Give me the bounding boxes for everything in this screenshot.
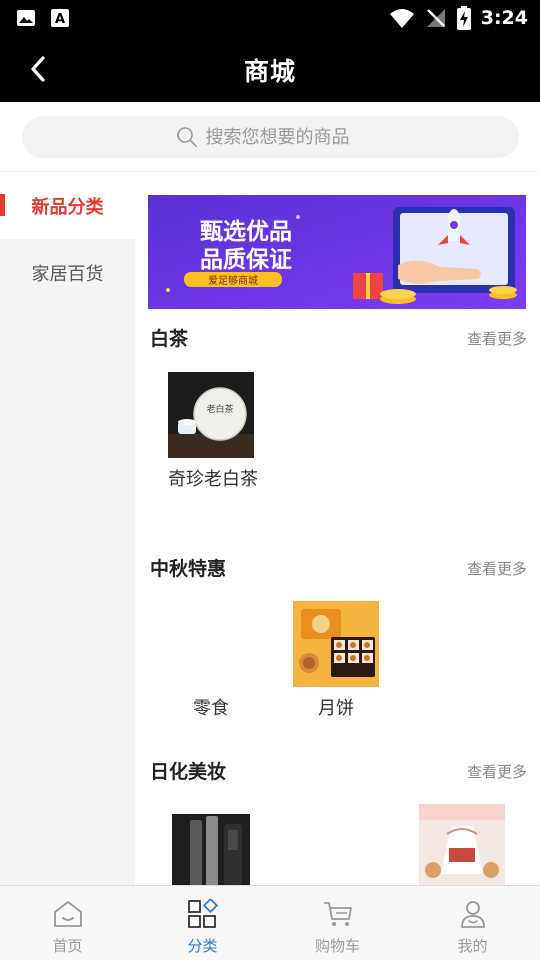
product-name: 零食 — [193, 698, 229, 719]
product-name: 奇珍老白茶 — [168, 469, 258, 490]
profile-icon — [460, 901, 485, 928]
search-box[interactable] — [22, 116, 519, 158]
svg-text:爱足够商城: 爱足够商城 — [208, 274, 258, 287]
svg-text:A: A — [55, 12, 65, 27]
status-bar: A 3:24 — [0, 0, 540, 36]
promo-banner[interactable]: 甄选优品 品质保证 爱足够商城 — [148, 195, 526, 309]
svg-text:甄选优品: 甄选优品 — [200, 219, 292, 245]
section-title: 中秋特惠 — [150, 558, 227, 580]
view-more-link[interactable]: 查看更多 — [467, 558, 527, 579]
no-signal-icon — [426, 9, 445, 27]
view-more-link[interactable]: 查看更多 — [467, 328, 527, 349]
product-image — [168, 601, 254, 687]
section-title: 白茶 — [150, 328, 189, 350]
product-image — [168, 804, 254, 885]
product-image — [293, 601, 379, 687]
tab-label: 分类 — [187, 937, 218, 955]
promo-banner-image: 甄选优品 品质保证 爱足够商城 — [148, 195, 526, 309]
tab-profile[interactable]: 我的 — [405, 886, 540, 960]
bottom-tab-bar: 首页 分类 购物车 我的 — [0, 885, 540, 960]
home-icon — [53, 901, 82, 927]
sidebar-item-label: 新品分类 — [31, 196, 104, 218]
sidebar-item-label: 家居百货 — [31, 263, 104, 285]
text-notification-icon: A — [51, 9, 69, 27]
tab-label: 首页 — [52, 937, 83, 955]
title-bar: 商城 — [0, 36, 540, 102]
product-card[interactable] — [156, 804, 266, 885]
section-title: 日化美妆 — [150, 761, 227, 783]
tab-home[interactable]: 首页 — [0, 886, 135, 960]
battery-icon — [456, 6, 471, 30]
sidebar-item-home-goods[interactable]: 家居百货 — [0, 239, 135, 306]
view-more-link[interactable]: 查看更多 — [467, 761, 527, 782]
product-card[interactable]: 月饼 — [281, 601, 391, 723]
tab-cart[interactable]: 购物车 — [270, 886, 405, 960]
sidebar-item-new-products[interactable]: 新品分类 — [0, 172, 135, 239]
svg-text:老白茶: 老白茶 — [206, 403, 233, 415]
svg-text:品质保证: 品质保证 — [200, 246, 292, 273]
product-name: 月饼 — [318, 698, 354, 719]
search-input[interactable] — [205, 126, 366, 148]
product-card[interactable]: 零食 — [156, 601, 266, 723]
product-card[interactable]: 老白茶 奇珍老白茶 — [156, 372, 266, 494]
tab-label: 我的 — [457, 937, 488, 955]
image-notification-icon — [17, 10, 35, 26]
category-sidebar: 新品分类 家居百货 — [0, 172, 135, 885]
search-bar — [0, 102, 540, 172]
search-icon — [176, 127, 197, 147]
page-title: 商城 — [243, 57, 296, 86]
product-card[interactable] — [407, 804, 517, 885]
product-image: 老白茶 — [168, 372, 254, 458]
category-icon — [187, 899, 218, 928]
product-image — [419, 804, 505, 885]
status-time: 3:24 — [480, 7, 528, 29]
tab-label: 购物车 — [314, 937, 360, 955]
main-content: 甄选优品 品质保证 爱足够商城 白茶 查看更多 老白茶 奇珍老白茶 中秋特惠 查… — [135, 172, 540, 885]
wifi-icon — [389, 9, 414, 28]
cart-icon — [323, 902, 352, 926]
tab-category[interactable]: 分类 — [135, 886, 270, 960]
